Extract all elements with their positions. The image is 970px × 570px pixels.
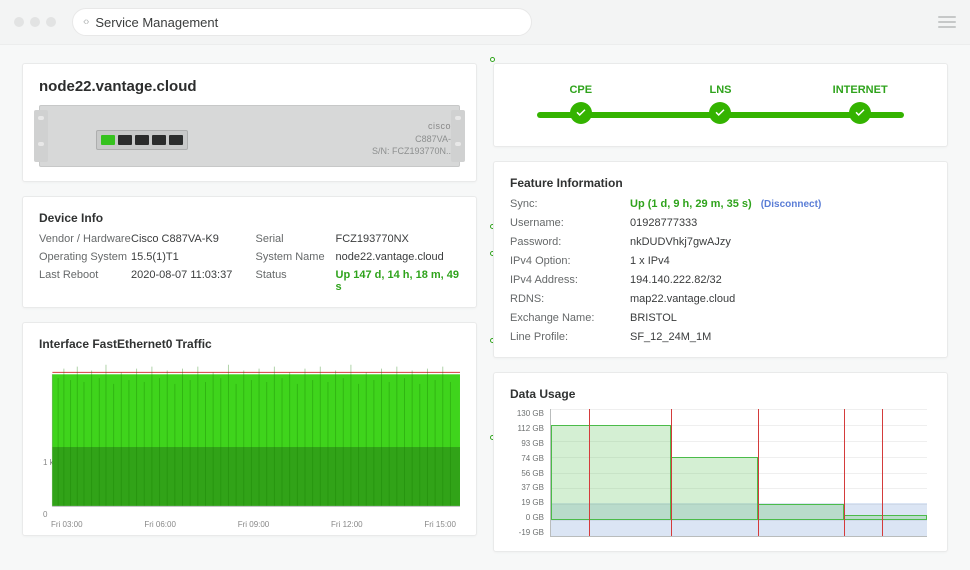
disconnect-link[interactable]: (Disconnect) (761, 199, 822, 210)
device-image: cisco C887VA- S/N: FCZ193770N.. (39, 105, 460, 167)
traffic-chart: 1 k 0 (39, 359, 460, 529)
label: IPv4 Address: (510, 274, 630, 286)
window-titlebar: ‹ › Service Management (0, 0, 970, 45)
label: Operating System (39, 251, 131, 263)
port-0 (101, 135, 115, 145)
connectivity-card: CPE LNS INTERNET (493, 63, 948, 147)
device-info-card: Device Info Vendor / Hardware Cisco C887… (22, 196, 477, 308)
value: FCZ193770NX (336, 233, 461, 245)
value: 194.140.222.82/32 (630, 274, 931, 286)
page-title: Service Management (95, 15, 218, 30)
value: Cisco C887VA-K9 (131, 233, 256, 245)
check-icon (570, 102, 592, 124)
max-dot[interactable] (46, 17, 56, 27)
feature-info-title: Feature Information (510, 176, 931, 190)
min-dot[interactable] (30, 17, 40, 27)
label: Serial (256, 233, 336, 245)
conn-step-cpe: CPE (512, 84, 650, 124)
nav-arrows-icon[interactable]: ‹ › (83, 16, 87, 28)
label: Exchange Name: (510, 312, 630, 324)
value: 01928777333 (630, 217, 931, 229)
value: node22.vantage.cloud (336, 251, 461, 263)
window-controls (14, 17, 56, 27)
check-icon (709, 102, 731, 124)
value: SF_12_24M_1M (630, 331, 931, 343)
ethernet-ports (96, 130, 188, 150)
device-card: node22.vantage.cloud cisco C887VA- S/N: … (22, 63, 477, 182)
value: 1 x IPv4 (630, 255, 931, 267)
conn-step-internet: INTERNET (791, 84, 929, 124)
data-usage-title: Data Usage (510, 387, 931, 401)
traffic-x-labels: Fri 03:00 Fri 06:00 Fri 09:00 Fri 12:00 … (51, 520, 456, 529)
du-y-axis: 130 GB 112 GB 93 GB 74 GB 56 GB 37 GB 19… (510, 409, 544, 537)
label: Last Reboot (39, 269, 131, 293)
menu-icon[interactable] (938, 13, 956, 31)
sync-value: Up (1 d, 9 h, 29 m, 35 s) (Disconnect) (630, 198, 931, 210)
status-value: Up 147 d, 14 h, 18 m, 49 s (336, 269, 461, 293)
value: map22.vantage.cloud (630, 293, 931, 305)
conn-step-lns: LNS (652, 84, 790, 124)
data-usage-card: Data Usage 130 GB 112 GB 93 GB 74 GB 56 … (493, 372, 948, 552)
value: 15.5(1)T1 (131, 251, 256, 263)
label: Line Profile: (510, 331, 630, 343)
label: RDNS: (510, 293, 630, 305)
check-icon (849, 102, 871, 124)
label: System Name (256, 251, 336, 263)
port-3 (152, 135, 166, 145)
label: Status (256, 269, 336, 293)
address-bar[interactable]: ‹ › Service Management (72, 8, 532, 36)
feature-info-card: Feature Information Sync: Up (1 d, 9 h, … (493, 161, 948, 358)
label: Sync: (510, 198, 630, 210)
data-usage-chart: 130 GB 112 GB 93 GB 74 GB 56 GB 37 GB 19… (510, 409, 931, 537)
hostname: node22.vantage.cloud (39, 78, 460, 95)
label: IPv4 Option: (510, 255, 630, 267)
device-model-label: cisco C887VA- S/N: FCZ193770N.. (372, 120, 451, 158)
label: Vendor / Hardware (39, 233, 131, 245)
port-2 (135, 135, 149, 145)
port-4 (169, 135, 183, 145)
label: Username: (510, 217, 630, 229)
label: Password: (510, 236, 630, 248)
value: BRISTOL (630, 312, 931, 324)
traffic-title: Interface FastEthernet0 Traffic (39, 337, 460, 351)
device-info-title: Device Info (39, 211, 460, 225)
port-1 (118, 135, 132, 145)
close-dot[interactable] (14, 17, 24, 27)
value: 2020-08-07 11:03:37 (131, 269, 256, 293)
traffic-card: Interface FastEthernet0 Traffic 1 k 0 (22, 322, 477, 536)
value: nkDUDVhkj7gwAJzy (630, 236, 931, 248)
